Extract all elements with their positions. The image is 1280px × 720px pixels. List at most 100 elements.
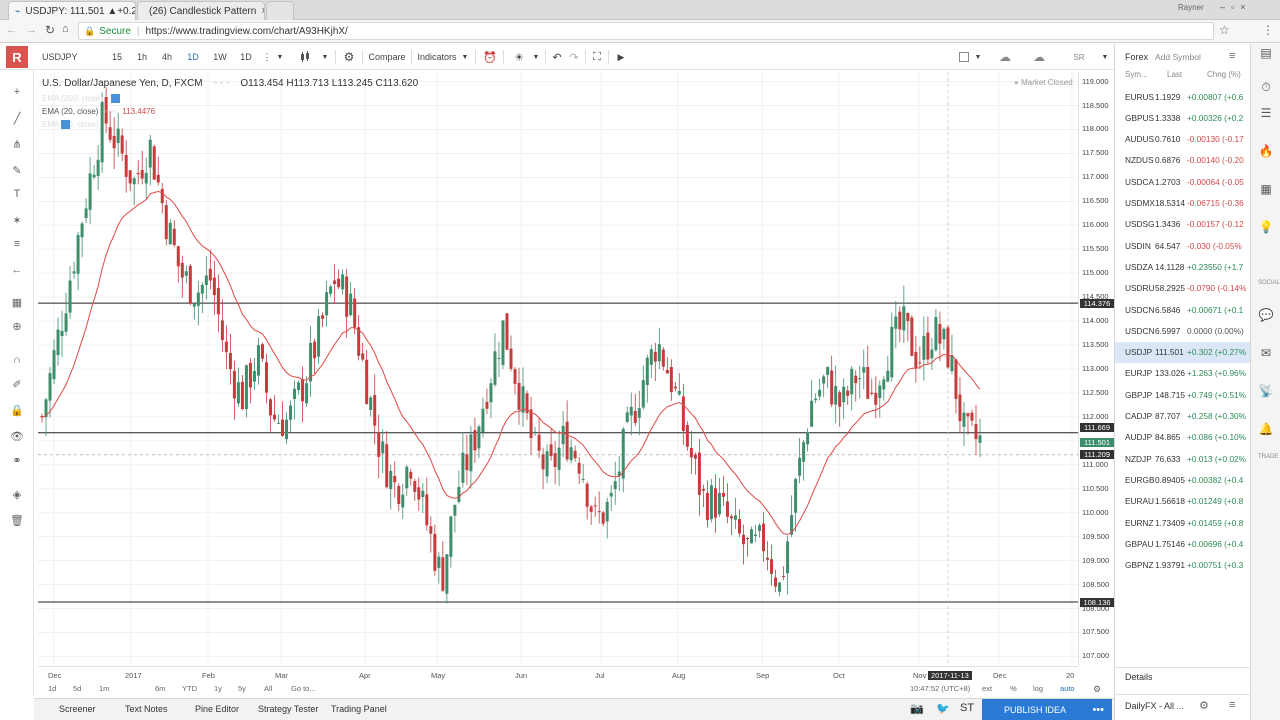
close-tab-icon[interactable]: × bbox=[261, 5, 264, 17]
measure-icon[interactable]: ▦ bbox=[8, 296, 26, 310]
reload-icon[interactable]: ↻ bbox=[45, 23, 55, 37]
range-ytd[interactable]: YTD bbox=[182, 684, 197, 693]
publish-idea-button[interactable]: PUBLISH IDEA ••• bbox=[982, 699, 1112, 720]
watchlist-row[interactable]: EURGB 0.89405 +0.00382 (+0.4 bbox=[1115, 469, 1251, 490]
profile-initials[interactable]: SR bbox=[1068, 48, 1090, 66]
watchlist-row[interactable]: CADJP 87.707 +0.258 (+0.30% bbox=[1115, 406, 1251, 427]
text-tool-icon[interactable]: T bbox=[8, 188, 26, 202]
hotlist-flame-icon[interactable]: 🔥 bbox=[1258, 144, 1274, 160]
interval-1h[interactable]: 1h bbox=[134, 48, 150, 66]
watchlist-row[interactable]: USDCN 6.5997 0.0000 (0.00%) bbox=[1115, 320, 1251, 341]
tab-text-notes[interactable]: Text Notes bbox=[125, 704, 168, 714]
log-toggle[interactable]: log bbox=[1033, 684, 1043, 693]
stay-drawing-icon[interactable]: ✐ bbox=[8, 378, 26, 392]
tradingview-logo[interactable]: R bbox=[0, 44, 34, 70]
watchlist-row[interactable]: USDCN 6.5846 +0.00671 (+0.1 bbox=[1115, 299, 1251, 320]
chart-pane[interactable]: U.S. Dollar/Japanese Yen, D, FXCM ▫ ▫ ▫ … bbox=[38, 72, 1078, 666]
watchlist-row[interactable]: EURUS 1.1929 +0.00807 (+0.6 bbox=[1115, 86, 1251, 107]
watchlist-row[interactable]: EURJP 133.026 +1.263 (+0.96% bbox=[1115, 363, 1251, 384]
tab-screener[interactable]: Screener bbox=[59, 704, 96, 714]
link-icon[interactable]: ⚭ bbox=[8, 454, 26, 468]
watchlist-menu-icon[interactable]: ≡ bbox=[1229, 50, 1235, 62]
auto-toggle[interactable]: auto bbox=[1060, 684, 1075, 693]
calendar-icon[interactable]: ▦ bbox=[1258, 182, 1274, 198]
watchlist-row[interactable]: GBPJP 148.715 +0.749 (+0.51% bbox=[1115, 384, 1251, 405]
watchlist-row[interactable]: GBPAU 1.75146 +0.00696 (+0.4 bbox=[1115, 533, 1251, 554]
bookmark-star-icon[interactable]: ☆ bbox=[1219, 23, 1230, 37]
watchlist-title[interactable]: Forex bbox=[1125, 52, 1148, 62]
data-window-icon[interactable]: ☰ bbox=[1258, 106, 1274, 122]
stocktwits-icon[interactable]: ST bbox=[960, 702, 974, 714]
range-1y[interactable]: 1y bbox=[214, 684, 222, 693]
browser-tab-usdjpy[interactable]: ⌁ USDJPY: 111.501 ▲+0.2 × bbox=[8, 1, 136, 20]
zoom-icon[interactable]: ⊕ bbox=[8, 320, 26, 334]
range-1d[interactable]: 1d bbox=[48, 684, 56, 693]
ext-toggle[interactable]: ext bbox=[982, 684, 992, 693]
tab-pine-editor[interactable]: Pine Editor bbox=[195, 704, 239, 714]
compare-button[interactable]: Compare bbox=[367, 48, 407, 66]
col-change[interactable]: Chng (%) bbox=[1207, 70, 1241, 79]
more-intervals-icon[interactable]: ⋮ bbox=[261, 48, 273, 66]
legend-icons[interactable]: ▫ ▫ ▫ bbox=[213, 78, 229, 89]
brush-icon[interactable]: ✎ bbox=[8, 164, 26, 178]
watchlist-row[interactable]: USDJP 111.501 +0.302 (+0.27% bbox=[1115, 341, 1251, 363]
hide-drawings-icon[interactable]: 👁 bbox=[8, 430, 26, 444]
list-icon[interactable]: ≡ bbox=[1229, 699, 1235, 711]
range-all[interactable]: All bbox=[264, 684, 272, 693]
interval-15[interactable]: 15 bbox=[110, 48, 124, 66]
new-tab-button[interactable] bbox=[266, 1, 294, 20]
dropdown-arrow-icon[interactable]: ▼ bbox=[274, 48, 286, 66]
interval-1w[interactable]: 1W bbox=[211, 48, 229, 66]
symbol-search-input[interactable]: USDJPY bbox=[42, 48, 102, 66]
back-icon[interactable]: ← bbox=[6, 24, 17, 36]
interval-1d-active[interactable]: 1D bbox=[185, 48, 201, 66]
watchlist-row[interactable]: USDRU 58.2925 -0.0790 (-0.14% bbox=[1115, 278, 1251, 299]
tab-trading-panel[interactable]: Trading Panel bbox=[331, 704, 387, 714]
range-1m[interactable]: 1m bbox=[99, 684, 109, 693]
axis-settings-icon[interactable]: ⚙ bbox=[1093, 684, 1101, 695]
back-arrow-icon[interactable]: ← bbox=[8, 264, 26, 278]
eye-icon[interactable] bbox=[111, 94, 121, 104]
url-input[interactable]: 🔒 Secure | https://www.tradingview.com/c… bbox=[78, 22, 1214, 40]
col-symbol[interactable]: Sym... bbox=[1125, 70, 1148, 79]
watchlist-row[interactable]: USDSG 1.3436 -0.00157 (-0.12 bbox=[1115, 214, 1251, 235]
watchlist-row[interactable]: USDCA 1.2703 -0.00064 (-0.05 bbox=[1115, 171, 1251, 192]
dropdown-arrow-icon[interactable]: ▼ bbox=[1100, 48, 1110, 66]
interval-1d[interactable]: 1D bbox=[238, 48, 254, 66]
range-5y[interactable]: 5y bbox=[238, 684, 246, 693]
replay-play-icon[interactable]: ▶ bbox=[614, 48, 628, 66]
col-last[interactable]: Last bbox=[1167, 70, 1182, 79]
range-6m[interactable]: 6m bbox=[155, 684, 165, 693]
interval-4h[interactable]: 4h bbox=[159, 48, 175, 66]
dropdown-arrow-icon[interactable]: ▼ bbox=[319, 48, 331, 66]
cloud-save-icon[interactable]: ☁ bbox=[996, 48, 1014, 66]
candle-style-icon[interactable] bbox=[297, 48, 313, 66]
fib-icon[interactable]: ≡ bbox=[8, 238, 26, 252]
watchlist-row[interactable]: USDZA 14.1128 +0.23550 (+1.7 bbox=[1115, 256, 1251, 277]
forward-icon[interactable]: → bbox=[26, 24, 37, 36]
watchlist-icon[interactable]: ▤ bbox=[1258, 46, 1274, 62]
settings-gear-icon[interactable]: ⚙ bbox=[341, 48, 357, 66]
private-chat-icon[interactable]: ✉ bbox=[1258, 346, 1274, 362]
layout-icon[interactable] bbox=[957, 48, 971, 66]
pitchfork-icon[interactable]: ⋔ bbox=[8, 138, 26, 152]
watchlist-row[interactable]: AUDJP 84.865 +0.086 (+0.10% bbox=[1115, 427, 1251, 448]
price-axis[interactable]: 119.000 118.500 118.000 117.500 117.000 116.5… bbox=[1078, 72, 1114, 666]
legend-icons[interactable]: ▫▫▫▫ bbox=[105, 107, 116, 116]
home-icon[interactable]: ⌂ bbox=[62, 23, 69, 35]
light-bulb-icon[interactable]: ☀ bbox=[511, 48, 527, 66]
ideas-bulb-icon[interactable]: 💡 bbox=[1258, 220, 1274, 236]
watchlist-row[interactable]: NZDJP 76.633 +0.013 (+0.02% bbox=[1115, 448, 1251, 469]
twitter-icon[interactable]: 🐦 bbox=[936, 702, 950, 715]
alerts-clock-icon[interactable]: ⏱ bbox=[1258, 80, 1274, 96]
watchlist-row[interactable]: EURNZ 1.73409 +0.01459 (+0.8 bbox=[1115, 512, 1251, 533]
watchlist-row[interactable]: USDIN 64.547 -0.030 (-0.05% bbox=[1115, 235, 1251, 256]
crosshair-icon[interactable]: + bbox=[8, 86, 26, 100]
watchlist-row[interactable]: GBPUS 1.3338 +0.00326 (+0.2 bbox=[1115, 107, 1251, 128]
watchlist-row[interactable]: AUDUS 0.7610 -0.00130 (-0.17 bbox=[1115, 129, 1251, 150]
streams-icon[interactable]: 📡 bbox=[1258, 384, 1274, 400]
browser-menu-icon[interactable]: ⋮ bbox=[1262, 23, 1274, 37]
watchlist-row[interactable]: EURAU 1.56618 +0.01249 (+0.8 bbox=[1115, 491, 1251, 512]
chat-icon[interactable]: 💬 bbox=[1258, 308, 1274, 324]
goto-date[interactable]: Go to... bbox=[291, 684, 316, 693]
